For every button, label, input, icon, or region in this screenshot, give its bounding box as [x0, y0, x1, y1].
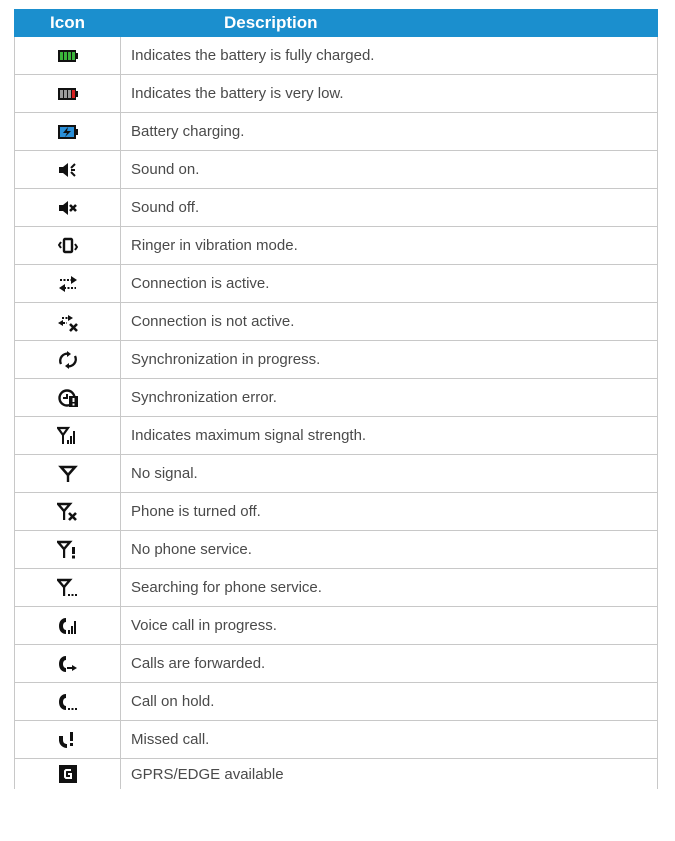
- row-description: Ringer in vibration mode.: [120, 226, 658, 265]
- row-description: No signal.: [120, 454, 658, 493]
- table-row: Connection is not active.: [14, 302, 658, 341]
- table-row: Indicates maximum signal strength.: [14, 416, 658, 455]
- table-row: Synchronization in progress.: [14, 340, 658, 379]
- description-column-header: Description: [120, 9, 658, 37]
- icon-column-header: Icon: [14, 9, 121, 37]
- table-row: Voice call in progress.: [14, 606, 658, 645]
- sync-progress-icon: [57, 350, 79, 370]
- signal-max-icon: [56, 426, 79, 446]
- table-row: Missed call.: [14, 720, 658, 759]
- sound-on-icon: [58, 162, 78, 178]
- row-description: Sound on.: [120, 150, 658, 189]
- row-description: Indicates the battery is fully charged.: [120, 36, 658, 75]
- row-description: Voice call in progress.: [120, 606, 658, 645]
- row-description: Connection is active.: [120, 264, 658, 303]
- calls-forwarded-icon: [57, 654, 79, 674]
- gprs-edge-icon: [58, 765, 77, 784]
- no-signal-icon: [57, 464, 78, 484]
- table-row: Battery charging.: [14, 112, 658, 151]
- voice-call-icon: [57, 616, 79, 636]
- row-description: Synchronization error.: [120, 378, 658, 417]
- searching-service-icon: [56, 578, 79, 598]
- table-row: Phone is turned off.: [14, 492, 658, 531]
- battery-charging-icon: [57, 124, 79, 140]
- table-header-row: Icon Description: [14, 9, 658, 37]
- table-row: Ringer in vibration mode.: [14, 226, 658, 265]
- connection-active-icon: [57, 274, 79, 294]
- connection-inactive-icon: [57, 312, 79, 332]
- table-row: Synchronization error.: [14, 378, 658, 417]
- table-row: Connection is active.: [14, 264, 658, 303]
- sync-error-icon: [57, 388, 79, 408]
- table-row: No signal.: [14, 454, 658, 493]
- table-row: Call on hold.: [14, 682, 658, 721]
- row-description: Indicates the battery is very low.: [120, 74, 658, 113]
- phone-off-icon: [56, 502, 79, 522]
- table-row: GPRS/EDGE available: [14, 758, 658, 789]
- battery-low-icon: [57, 87, 79, 101]
- table-row: Calls are forwarded.: [14, 644, 658, 683]
- missed-call-icon: [57, 730, 79, 750]
- table-row: No phone service.: [14, 530, 658, 569]
- row-description: GPRS/EDGE available: [120, 758, 658, 789]
- vibration-icon: [57, 237, 78, 255]
- sound-off-icon: [58, 200, 78, 216]
- battery-full-icon: [57, 49, 79, 63]
- table-row: Searching for phone service.: [14, 568, 658, 607]
- row-description: Missed call.: [120, 720, 658, 759]
- table-row: Sound off.: [14, 188, 658, 227]
- row-description: Searching for phone service.: [120, 568, 658, 607]
- table-row: Sound on.: [14, 150, 658, 189]
- table-row: Indicates the battery is very low.: [14, 74, 658, 113]
- row-description: Synchronization in progress.: [120, 340, 658, 379]
- status-icons-table: Icon Description Indicates the battery i…: [14, 9, 658, 789]
- call-hold-icon: [57, 692, 79, 712]
- row-description: Sound off.: [120, 188, 658, 227]
- no-service-icon: [56, 540, 79, 560]
- row-description: Battery charging.: [120, 112, 658, 151]
- row-description: Phone is turned off.: [120, 492, 658, 531]
- table-row: Indicates the battery is fully charged.: [14, 36, 658, 75]
- row-description: Call on hold.: [120, 682, 658, 721]
- row-description: Indicates maximum signal strength.: [120, 416, 658, 455]
- row-description: Calls are forwarded.: [120, 644, 658, 683]
- row-description: Connection is not active.: [120, 302, 658, 341]
- row-description: No phone service.: [120, 530, 658, 569]
